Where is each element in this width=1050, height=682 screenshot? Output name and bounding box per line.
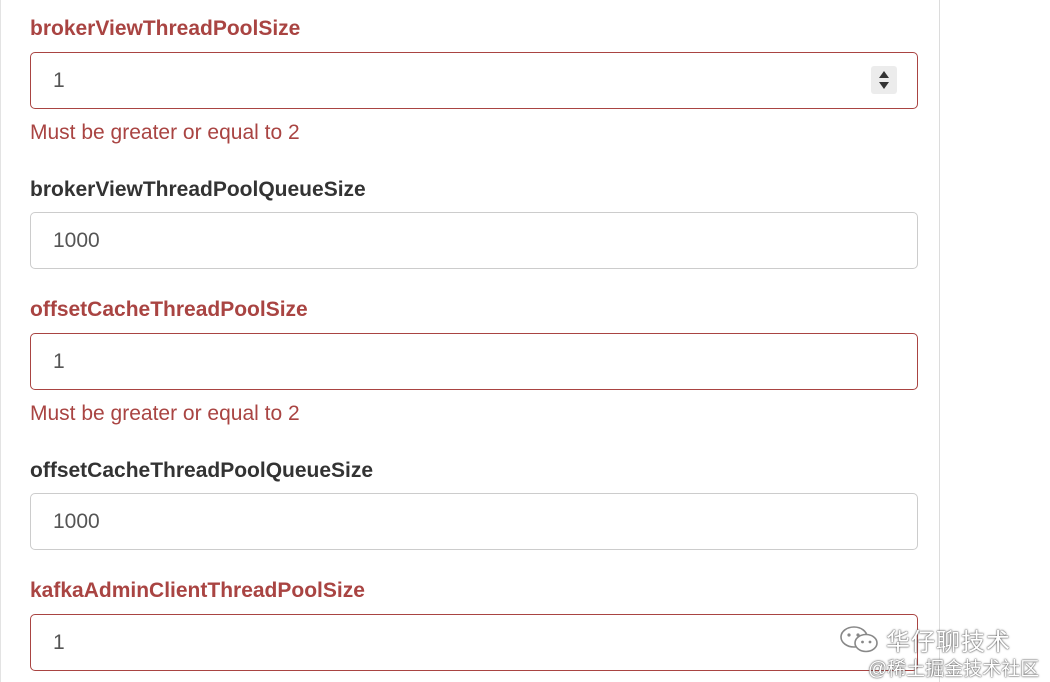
field-value: 1000 [53,510,100,533]
number-spinner-icon[interactable] [871,66,897,94]
spinner-up-icon[interactable] [879,71,889,78]
field-value: 1 [53,69,65,92]
field-label-offset-cache-thread-pool-size: offsetCacheThreadPoolSize [30,298,308,321]
validation-error-message: Must be greater or equal to 2 [30,402,300,425]
field-label-offset-cache-thread-pool-queue-size: offsetCacheThreadPoolQueueSize [30,459,374,482]
offset-cache-thread-pool-size-input[interactable]: 1 [30,333,918,390]
watermark-subtitle: @稀土掘金技术社区 [868,659,1040,680]
validation-error-message: Must be greater or equal to 2 [30,121,300,144]
field-value: 1000 [53,229,100,252]
spinner-down-icon[interactable] [879,82,889,89]
field-value: 1 [53,631,65,654]
settings-form-panel: brokerViewThreadPoolSize 1 Must be great… [0,0,940,682]
field-label-kafka-admin-client-thread-pool-size: kafkaAdminClientThreadPoolSize [30,579,365,602]
field-value: 1 [53,350,65,373]
watermark-title: 华仔聊技术 [886,629,1011,656]
wechat-icon [840,626,878,653]
watermark: 华仔聊技术 @稀土掘金技术社区 [838,622,1040,680]
field-label-broker-view-thread-pool-queue-size: brokerViewThreadPoolQueueSize [30,178,366,201]
offset-cache-thread-pool-queue-size-input[interactable]: 1000 [30,493,918,550]
broker-view-thread-pool-size-input[interactable]: 1 [30,52,918,109]
field-label-broker-view-thread-pool-size: brokerViewThreadPoolSize [30,17,301,40]
kafka-admin-client-thread-pool-size-input[interactable]: 1 [30,614,918,671]
broker-view-thread-pool-queue-size-input[interactable]: 1000 [30,212,918,269]
